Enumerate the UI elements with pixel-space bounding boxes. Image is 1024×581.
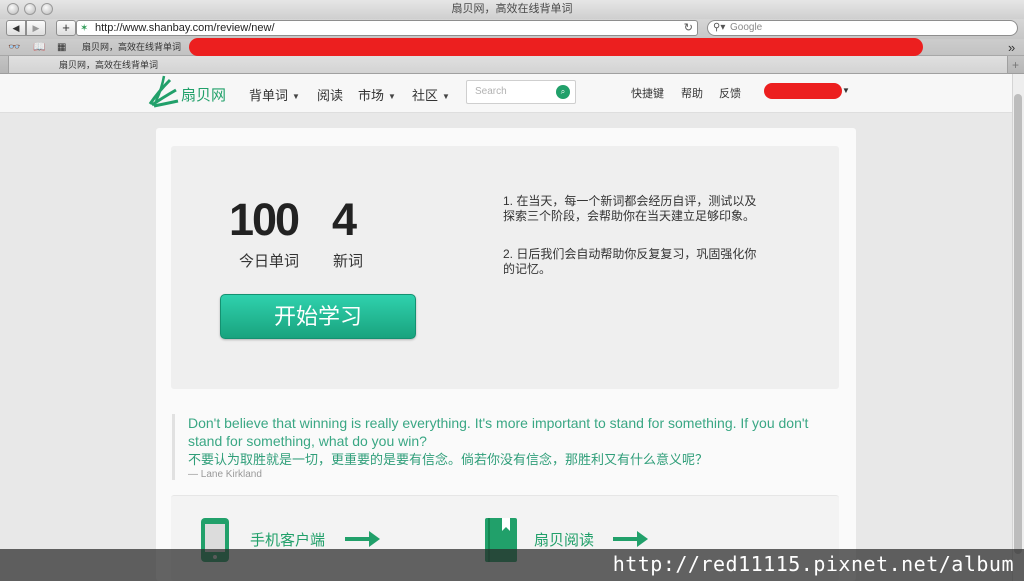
close-window-button[interactable] [7,3,19,15]
nav-item-market[interactable]: 市场 ▼ [358,85,396,104]
forward-arrow-icon: ▶ [32,23,40,33]
plus-icon: + [62,20,70,35]
nav-label: 阅读 [317,88,344,103]
top-sites-grid-icon[interactable]: ▦ [57,39,66,56]
back-arrow-icon: ◀ [12,23,20,33]
minimize-window-button[interactable] [24,3,36,15]
feedback-link[interactable]: 反馈 [719,85,741,101]
help-link[interactable]: 帮助 [681,85,703,101]
site-search-placeholder: Search [475,86,507,97]
logo-text[interactable]: 扇贝网 [181,84,226,105]
chevron-down-icon: ▼ [388,92,396,101]
window-titlebar: 扇贝网，高效在线背单词 [0,0,1024,19]
address-bar[interactable]: ✶ http://www.shanbay.com/review/new/ ↻ [76,20,698,36]
tab-bar: 扇贝网，高效在线背单词 + [0,56,1024,74]
user-menu-redacted[interactable] [764,83,842,99]
tab-shanbay[interactable]: 扇贝网，高效在线背单词 [8,56,1008,74]
back-button[interactable]: ◀ [6,20,26,36]
today-word-count: 100 [229,194,300,245]
tip-line: 2. 日后我们会自动帮助你反复复习，巩固强化你 [503,247,757,261]
more-bookmarks-icon[interactable]: » [1008,39,1015,56]
nav-label: 社区 [412,88,439,103]
reading-list-icon[interactable]: 👓 [8,39,20,56]
shanbay-reading-link[interactable]: 扇贝阅读 [534,529,594,550]
tab-label: 扇贝网，高效在线背单词 [59,60,159,70]
mobile-client-link[interactable]: 手机客户端 [250,529,325,550]
search-icon[interactable]: ⌕ [556,85,570,99]
tip-2: 2. 日后我们会自动帮助你反复复习，巩固强化你 的记忆。 [503,247,793,277]
today-word-label: 今日单词 [239,253,300,270]
new-tab-icon[interactable]: + [1012,58,1019,72]
tip-1: 1. 在当天，每一个新词都会经历自评，测试以及 探索三个阶段，会帮助你在当天建立… [503,194,793,224]
site-header: 扇贝网 背单词 ▼ 阅读 市场 ▼ 社区 ▼ Search ⌕ 快捷键 帮助 反馈 ▼ [0,74,1012,113]
daily-quote: Don't believe that winning is really eve… [172,414,832,480]
arrow-right-icon[interactable] [613,530,649,548]
site-favicon-icon: ✶ [80,23,89,34]
shortcuts-link[interactable]: 快捷键 [631,85,664,101]
tip-line: 的记忆。 [503,262,552,276]
search-icon: ⚲▾ [713,22,726,33]
window-title: 扇贝网，高效在线背单词 [451,3,573,15]
zoom-window-button[interactable] [41,3,53,15]
scrollbar-thumb[interactable] [1014,94,1022,554]
new-word-label: 新词 [333,253,364,270]
bookmark-shanbay[interactable]: 扇贝网，高效在线背单词 [82,39,181,56]
nav-item-reading[interactable]: 阅读 [317,85,343,104]
bookmarks-book-icon[interactable]: 📖 [33,39,45,56]
quote-english: Don't believe that winning is really eve… [188,415,809,449]
reload-icon[interactable]: ↻ [684,21,693,35]
start-learning-button[interactable]: 开始学习 [220,294,416,339]
watermark-text: http://red11115.pixnet.net/album [612,552,1014,576]
nav-item-vocabulary[interactable]: 背单词 ▼ [249,85,300,104]
browser-toolbar: ◀ ▶ + ✶ http://www.shanbay.com/review/ne… [0,19,1024,39]
new-word-count: 4 [332,194,357,245]
address-text: http://www.shanbay.com/review/new/ [95,22,275,34]
tip-line: 1. 在当天，每一个新词都会经历自评，测试以及 [503,194,757,208]
quote-author: — Lane Kirkland [188,469,262,480]
browser-search-field[interactable]: ⚲▾ Google [707,20,1018,36]
browser-search-placeholder: Google [730,22,763,33]
chevron-down-icon[interactable]: ▼ [842,86,850,95]
site-search-input[interactable]: Search ⌕ [466,80,576,104]
add-bookmark-button[interactable]: + [56,20,76,36]
nav-item-community[interactable]: 社区 ▼ [412,85,450,104]
forward-button[interactable]: ▶ [26,20,46,36]
quote-chinese: 不要认为取胜就是一切，更重要的是要有信念。倘若你没有信念，那胜利又有什么意义呢？ [188,452,709,467]
tip-line: 探索三个阶段，会帮助你在当天建立足够印象。 [503,209,756,223]
chevron-down-icon: ▼ [442,92,450,101]
nav-label: 市场 [358,88,385,103]
chevron-down-icon: ▼ [292,92,300,101]
nav-label: 背单词 [249,88,289,103]
redaction-bar [189,38,923,56]
arrow-right-icon[interactable] [345,530,381,548]
